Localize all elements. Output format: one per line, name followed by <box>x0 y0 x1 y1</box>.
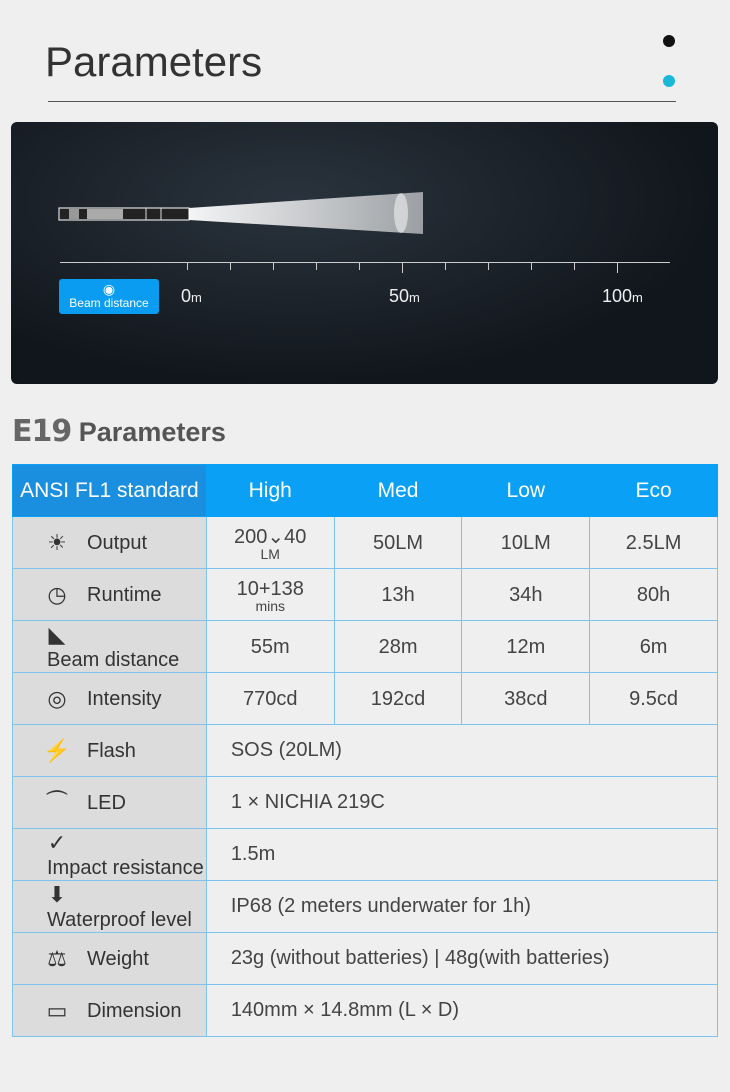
section-title: Parameters <box>78 417 226 447</box>
tick-label-100: 100m <box>602 286 643 306</box>
cell: 28m <box>333 620 463 673</box>
cell: 10+138 mins <box>205 568 335 621</box>
axis-tick <box>531 263 532 270</box>
row-label: ☀ Output <box>12 516 207 569</box>
spec-value: 1 × NICHIA 219C <box>205 776 719 829</box>
row-label: ▭ Dimension <box>12 984 207 1037</box>
model-name: E19 <box>12 414 72 449</box>
beam-distance-badge: ◉ Beam distance <box>59 279 159 314</box>
table-row: ◷ Runtime 10+138 mins 13h 34h 80h <box>12 568 718 621</box>
cell: 2.5LM <box>589 516 718 569</box>
cell: 9.5cd <box>589 672 718 725</box>
table-row: ▭ Dimension 140mm × 14.8mm (L × D) <box>12 984 719 1037</box>
row-label: ⚖ Weight <box>12 932 207 985</box>
tick-label-0: 0m <box>181 286 202 306</box>
axis-tick <box>617 263 618 273</box>
row-label: ◣Beam distance <box>12 620 207 673</box>
axis-tick <box>316 263 317 270</box>
cell: 12m <box>461 620 591 673</box>
table-row: ⚡ Flash SOS (20LM) <box>12 724 719 777</box>
tick-label-50: 50m <box>389 286 420 306</box>
spec-value: SOS (20LM) <box>205 724 719 777</box>
column-header: Eco <box>589 464 718 517</box>
table-row: ⚖ Weight 23g (without batteries) | 48g(wit… <box>12 932 719 985</box>
clock-icon: ◷ <box>47 581 67 607</box>
cell: 6m <box>589 620 718 673</box>
row-label: ◎ Intensity <box>12 672 207 725</box>
section-heading: E19 Parameters <box>12 414 226 449</box>
waterproof-icon: ⬇ <box>47 881 67 907</box>
table-row: ⏜ LED 1 × NICHIA 219C <box>12 776 719 829</box>
axis-tick <box>359 263 360 270</box>
ruler-icon: ▭ <box>46 997 68 1023</box>
table-row: ✓Impact resistance 1.5m <box>12 828 719 881</box>
spec-value: 140mm × 14.8mm (L × D) <box>205 984 719 1037</box>
beam-icon: ◣ <box>48 621 66 647</box>
dot-cyan <box>663 75 675 87</box>
impact-icon: ✓ <box>47 829 67 855</box>
parameters-table: ANSI FL1 standard High Med Low Eco ☀ Output 20… <box>12 464 719 1037</box>
table-row: ◣Beam distance 55m 28m 12m 6m <box>12 620 718 673</box>
cell: 192cd <box>333 672 463 725</box>
row-label: ⚡ Flash <box>12 724 207 777</box>
cell: 38cd <box>461 672 591 725</box>
cell: 13h <box>333 568 463 621</box>
axis-tick <box>187 263 188 270</box>
table-row: ☀ Output 200⌄40 LM 50LM 10LM 2.5LM <box>12 516 718 569</box>
page-title: Parameters <box>45 38 263 85</box>
cell: 34h <box>461 568 591 621</box>
column-header: Med <box>333 464 463 517</box>
axis-tick <box>273 263 274 270</box>
axis-tick <box>574 263 575 270</box>
cell: 50LM <box>333 516 463 569</box>
row-label: ◷ Runtime <box>12 568 207 621</box>
distance-axis <box>60 262 670 263</box>
title-divider <box>48 101 676 102</box>
cell: 770cd <box>205 672 335 725</box>
column-header: Low <box>461 464 591 517</box>
axis-tick <box>488 263 489 270</box>
scale-icon: ⚖ <box>47 945 67 971</box>
row-label: ⬇Waterproof level <box>12 880 207 933</box>
intensity-icon: ◎ <box>47 685 67 711</box>
axis-tick <box>402 263 403 273</box>
table-row: ⬇Waterproof level IP68 (2 meters underwat… <box>12 880 719 933</box>
spec-value: IP68 (2 meters underwater for 1h) <box>205 880 719 933</box>
cell: 80h <box>589 568 718 621</box>
badge-label: Beam distance <box>69 296 149 310</box>
cell: 10LM <box>461 516 591 569</box>
flash-icon: ⚡ <box>43 737 71 763</box>
output-icon: ☀ <box>47 529 67 555</box>
eye-icon: ◉ <box>102 281 116 297</box>
axis-tick <box>230 263 231 270</box>
spec-value: 1.5m <box>205 828 719 881</box>
cell: 200⌄40 LM <box>205 516 335 569</box>
axis-tick <box>445 263 446 270</box>
flashlight-beam-illustration <box>58 192 423 234</box>
cell: 55m <box>205 620 335 673</box>
column-header: ANSI FL1 standard <box>12 464 207 517</box>
column-header: High <box>205 464 335 517</box>
row-label: ✓Impact resistance <box>12 828 207 881</box>
dot-black <box>663 35 675 47</box>
row-label: ⏜ LED <box>12 776 207 829</box>
beam-distance-banner: ◉ Beam distance 0m 50m 100m <box>11 122 718 384</box>
spec-value: 23g (without batteries) | 48g(with batte… <box>205 932 719 985</box>
table-row: ◎ Intensity 770cd 192cd 38cd 9.5cd <box>12 672 718 725</box>
led-icon: ⏜ <box>46 789 68 815</box>
